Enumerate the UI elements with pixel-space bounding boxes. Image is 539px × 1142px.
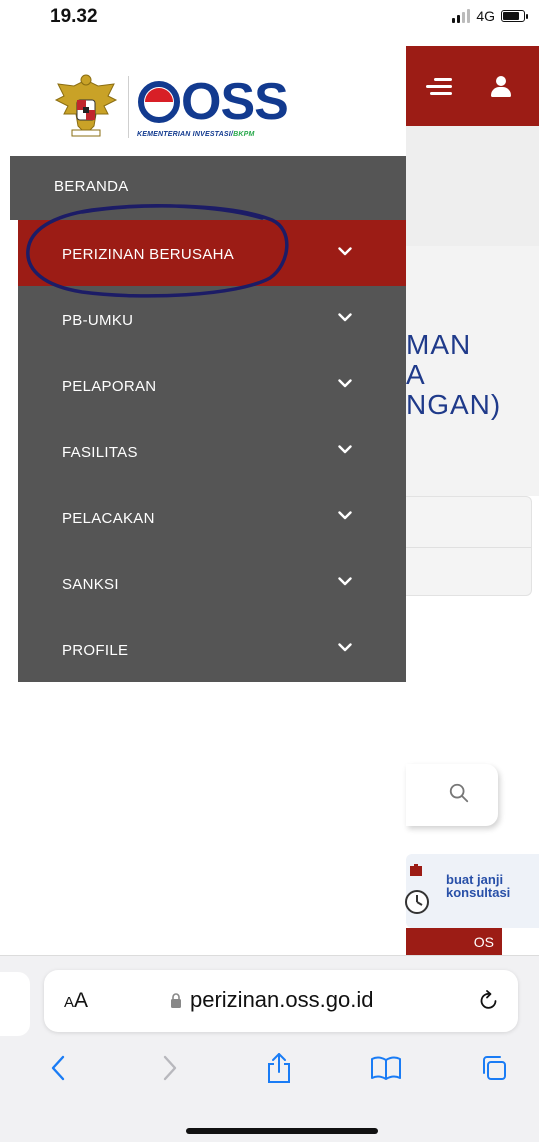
- garuda-emblem-icon: [54, 74, 118, 137]
- chevron-down-icon[interactable]: [338, 379, 352, 388]
- lock-icon: [171, 993, 181, 1008]
- page-header: [406, 46, 539, 126]
- consultation-widget[interactable]: buat janji konsultasi: [405, 854, 539, 928]
- chevron-down-icon[interactable]: [338, 643, 352, 652]
- page-red-button[interactable]: OS: [406, 928, 502, 956]
- consultation-line: konsultasi: [446, 885, 511, 900]
- logo-separator: [128, 76, 129, 138]
- sidebar-item-fasilitas[interactable]: FASILITAS: [18, 418, 406, 484]
- chevron-down-icon[interactable]: [338, 511, 352, 520]
- address-bar[interactable]: AA perizinan.oss.go.id: [44, 970, 518, 1032]
- tabs-icon: [483, 1056, 506, 1080]
- chevron-down-icon[interactable]: [338, 445, 352, 454]
- sidebar-item-pelacakan[interactable]: PELACAKAN: [18, 484, 406, 550]
- bookmarks-button[interactable]: [366, 1046, 406, 1090]
- battery-icon: [501, 10, 528, 22]
- page-card[interactable]: [406, 496, 532, 596]
- back-icon: [51, 1055, 65, 1081]
- aa-large-glyph: A: [74, 989, 89, 1012]
- calendar-clock-icon: [405, 864, 429, 914]
- status-bar: 19.32 4G: [0, 0, 539, 40]
- chevron-down-icon[interactable]: [338, 247, 352, 256]
- sidebar-item-label: SANKSI: [62, 576, 119, 593]
- drawer-logo-area: OSS KEMENTERIAN INVESTASI/BKPM: [0, 40, 406, 156]
- sidebar-item-label: PERIZINAN BERUSAHA: [62, 246, 235, 263]
- tabs-button[interactable]: [474, 1046, 514, 1090]
- user-icon[interactable]: [490, 76, 512, 98]
- aa-small-glyph: A: [64, 994, 75, 1011]
- oss-circle-icon: [138, 80, 180, 123]
- status-indicators: 4G: [452, 8, 528, 24]
- status-time: 19.32: [50, 6, 98, 27]
- page-band: [406, 126, 539, 246]
- share-button[interactable]: [259, 1046, 299, 1090]
- sidebar-item-label: PROFILE: [62, 642, 129, 659]
- oss-brand-text: OSS: [181, 72, 289, 131]
- search-box[interactable]: [406, 764, 498, 826]
- sidebar-item-profile[interactable]: PROFILE: [18, 616, 406, 682]
- back-button[interactable]: [38, 1046, 78, 1090]
- sidebar-item-perizinan-berusaha[interactable]: PERIZINAN BERUSAHA: [18, 220, 406, 286]
- bookmarks-icon: [371, 1056, 401, 1080]
- network-type: 4G: [476, 8, 495, 24]
- chevron-down-icon[interactable]: [338, 577, 352, 586]
- oss-subtitle-main: KEMENTERIAN INVESTASI/: [137, 130, 234, 138]
- sidebar-menu: PERIZINAN BERUSAHA PB-UMKU PELAPORAN FAS…: [18, 220, 406, 682]
- oss-logo: OSS KEMENTERIAN INVESTASI/BKPM: [137, 72, 289, 138]
- sidebar-item-label: PELACAKAN: [62, 510, 155, 527]
- signal-icon: [452, 9, 471, 23]
- sidebar-item-beranda[interactable]: BERANDA: [10, 156, 406, 220]
- reader-text-size-button[interactable]: AA: [64, 989, 88, 1013]
- reload-icon[interactable]: [478, 989, 500, 1013]
- previous-tab-edge[interactable]: [0, 972, 30, 1036]
- search-icon[interactable]: [448, 782, 470, 804]
- forward-icon: [163, 1055, 177, 1081]
- forward-button[interactable]: [150, 1046, 190, 1090]
- sidebar-item-label: BERANDA: [54, 178, 129, 195]
- home-indicator[interactable]: [186, 1128, 378, 1134]
- sidebar-item-pb-umku[interactable]: PB-UMKU: [18, 286, 406, 352]
- hamburger-icon[interactable]: [426, 78, 452, 96]
- page-title: MAN A NGAN): [406, 330, 539, 420]
- page-title-line: MAN: [406, 330, 472, 360]
- chevron-down-icon[interactable]: [338, 313, 352, 322]
- browser-nav-row: [0, 1046, 539, 1096]
- url-text[interactable]: perizinan.oss.go.id: [190, 987, 373, 1013]
- oss-subtitle: KEMENTERIAN INVESTASI/BKPM: [137, 131, 288, 138]
- sidebar-item-sanksi[interactable]: SANKSI: [18, 550, 406, 616]
- oss-subtitle-accent: BKPM: [233, 130, 255, 138]
- browser-toolbar: AA perizinan.oss.go.id: [0, 955, 539, 1142]
- share-icon: [268, 1053, 290, 1083]
- sidebar-item-label: PELAPORAN: [62, 378, 157, 395]
- sidebar-item-label: PB-UMKU: [62, 312, 134, 329]
- logo[interactable]: OSS KEMENTERIAN INVESTASI/BKPM: [54, 72, 289, 140]
- page-title-line: NGAN): [406, 390, 502, 420]
- sidebar-item-pelaporan[interactable]: PELAPORAN: [18, 352, 406, 418]
- sidebar-item-label: FASILITAS: [62, 444, 138, 461]
- consultation-label[interactable]: buat janji konsultasi: [446, 873, 510, 899]
- page-title-line: A: [406, 360, 426, 390]
